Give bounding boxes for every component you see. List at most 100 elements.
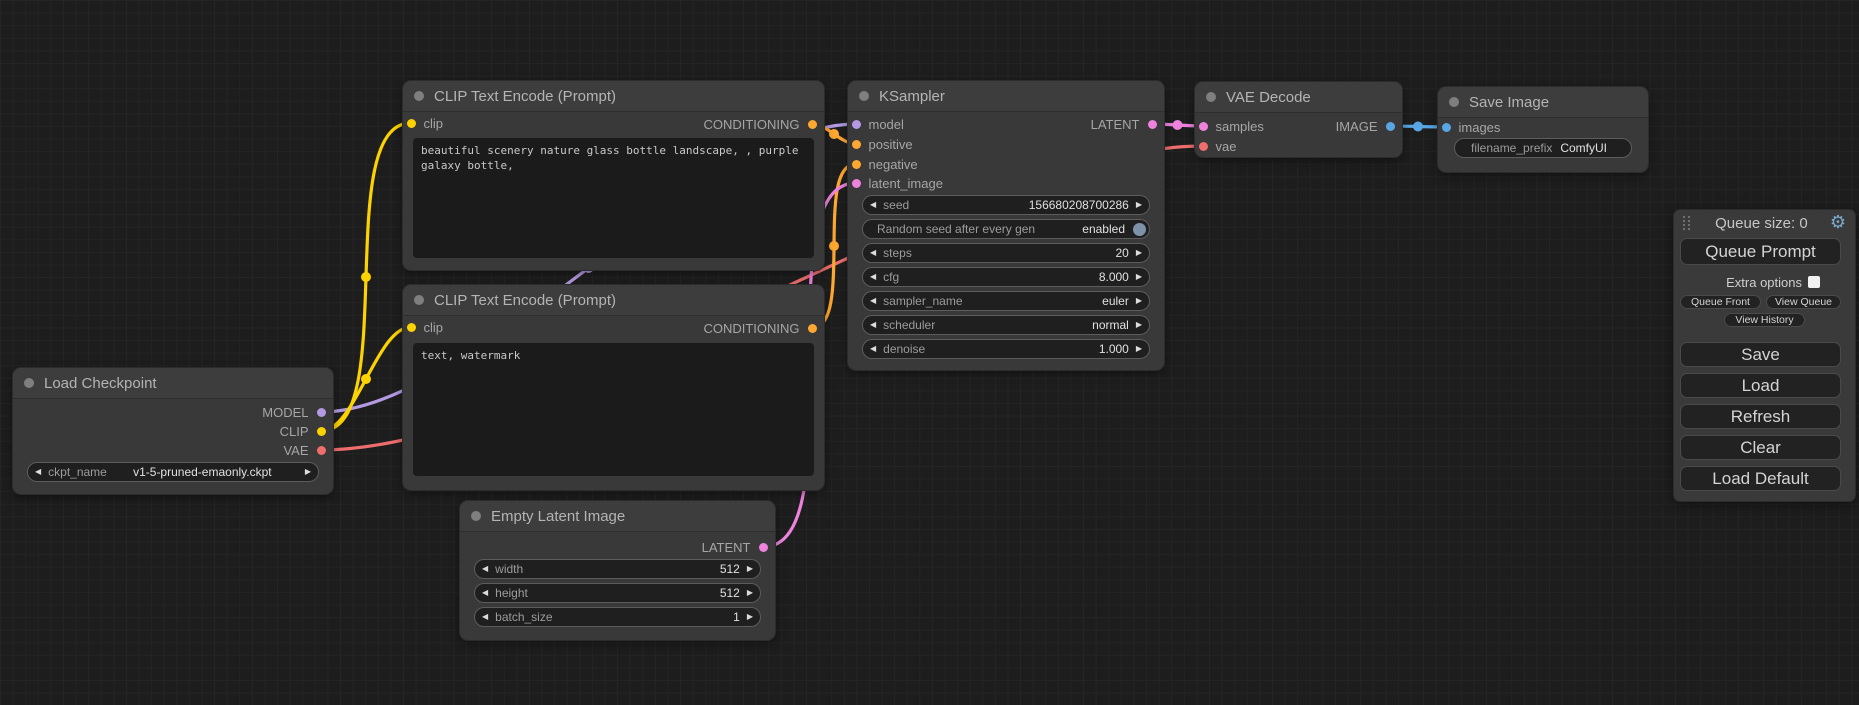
prompt-textarea[interactable]: beautiful scenery nature glass bottle la…: [413, 138, 814, 258]
increment-arrow-icon[interactable]: ▶: [1129, 291, 1149, 311]
output-dot-conditioning[interactable]: [808, 120, 817, 129]
input-slot-positive[interactable]: positive: [852, 136, 913, 152]
decrement-arrow-icon[interactable]: ◀: [863, 267, 883, 287]
load-default-button[interactable]: Load Default: [1680, 466, 1841, 491]
node-title-bar[interactable]: KSampler: [848, 81, 1164, 112]
output-slot-model[interactable]: MODEL: [262, 404, 325, 420]
output-dot-clip[interactable]: [317, 427, 326, 436]
input-slot-vae[interactable]: vae: [1199, 138, 1237, 154]
input-dot-images[interactable]: [1442, 123, 1451, 132]
input-slot-clip[interactable]: clip: [407, 115, 444, 131]
widget-filename_prefix[interactable]: filename_prefixComfyUI: [1454, 138, 1632, 158]
decrement-arrow-icon[interactable]: ◀: [475, 583, 495, 603]
widget-ckpt_name[interactable]: ◀ckpt_namev1-5-pruned-emaonly.ckpt▶: [27, 462, 319, 482]
input-dot-model[interactable]: [852, 120, 861, 129]
widget-cfg[interactable]: ◀cfg8.000▶: [862, 267, 1150, 287]
input-slot-latent_image[interactable]: latent_image: [852, 175, 943, 191]
node-title-bar[interactable]: CLIP Text Encode (Prompt): [403, 285, 824, 316]
widget-denoise[interactable]: ◀denoise1.000▶: [862, 339, 1150, 359]
node-save-image[interactable]: Save Imageimages filename_prefixComfyUI: [1438, 87, 1648, 172]
output-slot-conditioning[interactable]: CONDITIONING: [703, 116, 816, 132]
decrement-arrow-icon[interactable]: ◀: [863, 195, 883, 215]
load-button[interactable]: Load: [1680, 373, 1841, 398]
collapse-dot-icon[interactable]: [471, 511, 481, 521]
decrement-arrow-icon[interactable]: ◀: [475, 559, 495, 579]
widget-steps[interactable]: ◀steps20▶: [862, 243, 1150, 263]
view-queue-button[interactable]: View Queue: [1766, 295, 1841, 309]
queue-front-button[interactable]: Queue Front: [1680, 295, 1761, 309]
increment-arrow-icon[interactable]: ▶: [298, 462, 318, 482]
output-dot-conditioning[interactable]: [808, 324, 817, 333]
input-dot-negative[interactable]: [852, 160, 861, 169]
decrement-arrow-icon[interactable]: ◀: [863, 315, 883, 335]
node-title-bar[interactable]: VAE Decode: [1195, 82, 1402, 113]
gear-icon[interactable]: ⚙: [1830, 214, 1846, 232]
output-dot-vae[interactable]: [317, 446, 326, 455]
input-dot-samples[interactable]: [1199, 122, 1208, 131]
widget-random-seed-after-every-gen[interactable]: Random seed after every genenabled: [862, 219, 1150, 239]
collapse-dot-icon[interactable]: [24, 378, 34, 388]
decrement-arrow-icon[interactable]: ◀: [863, 291, 883, 311]
collapse-dot-icon[interactable]: [414, 91, 424, 101]
node-ksampler[interactable]: KSampler model positive negative latent_imag…: [848, 81, 1164, 370]
widget-width[interactable]: ◀width512▶: [474, 559, 761, 579]
queue-prompt-button[interactable]: Queue Prompt: [1680, 238, 1841, 265]
increment-arrow-icon[interactable]: ▶: [1129, 267, 1149, 287]
view-history-button[interactable]: View History: [1724, 313, 1805, 327]
widget-scheduler[interactable]: ◀schedulernormal▶: [862, 315, 1150, 335]
node-vae-decode[interactable]: VAE DecodesamplesvaeIMAGE: [1195, 82, 1402, 157]
prompt-textarea[interactable]: text, watermark: [413, 343, 814, 476]
output-dot-latent[interactable]: [1148, 120, 1157, 129]
widget-sampler_name[interactable]: ◀sampler_nameeuler▶: [862, 291, 1150, 311]
toggle-dot[interactable]: [1133, 223, 1146, 236]
node-empty-latent-image[interactable]: Empty Latent Image LATENT ◀width512▶ ◀heigh…: [460, 501, 775, 640]
increment-arrow-icon[interactable]: ▶: [740, 607, 760, 627]
input-dot-clip[interactable]: [407, 323, 416, 332]
output-slot-clip[interactable]: CLIP: [280, 423, 326, 439]
input-slot-negative[interactable]: negative: [852, 156, 918, 172]
increment-arrow-icon[interactable]: ▶: [740, 559, 760, 579]
collapse-dot-icon[interactable]: [414, 295, 424, 305]
widget-seed[interactable]: ◀seed156680208700286▶: [862, 195, 1150, 215]
increment-arrow-icon[interactable]: ▶: [1129, 339, 1149, 359]
node-title-bar[interactable]: Save Image: [1438, 87, 1648, 118]
input-dot-latent_image[interactable]: [852, 179, 861, 188]
node-title-bar[interactable]: Load Checkpoint: [13, 368, 333, 399]
node-graph-canvas[interactable]: Load Checkpoint MODEL CLIP VAE ◀ckpt_namev1-…: [0, 0, 1859, 705]
widget-batch_size[interactable]: ◀batch_size1▶: [474, 607, 761, 627]
extra-options-checkbox[interactable]: [1808, 276, 1820, 288]
output-slot-latent[interactable]: LATENT: [1091, 116, 1157, 132]
clear-button[interactable]: Clear: [1680, 435, 1841, 460]
output-slot-image[interactable]: IMAGE: [1336, 118, 1395, 134]
output-slot-conditioning[interactable]: CONDITIONING: [703, 320, 816, 336]
increment-arrow-icon[interactable]: ▶: [1129, 243, 1149, 263]
decrement-arrow-icon[interactable]: ◀: [863, 339, 883, 359]
increment-arrow-icon[interactable]: ▶: [1129, 195, 1149, 215]
node-title-bar[interactable]: CLIP Text Encode (Prompt): [403, 81, 824, 112]
input-slot-images[interactable]: images: [1442, 119, 1501, 135]
decrement-arrow-icon[interactable]: ◀: [28, 462, 48, 482]
node-clip-text-encode-negative[interactable]: CLIP Text Encode (Prompt) clip CONDITIONIN…: [403, 285, 824, 490]
collapse-dot-icon[interactable]: [1449, 97, 1459, 107]
output-dot-latent[interactable]: [759, 543, 768, 552]
input-slot-clip[interactable]: clip: [407, 319, 444, 335]
refresh-button[interactable]: Refresh: [1680, 404, 1841, 429]
input-dot-positive[interactable]: [852, 140, 861, 149]
node-load-checkpoint[interactable]: Load Checkpoint MODEL CLIP VAE ◀ckpt_namev1-…: [13, 368, 333, 494]
input-dot-vae[interactable]: [1199, 142, 1208, 151]
input-dot-clip[interactable]: [407, 119, 416, 128]
drag-handle-icon[interactable]: [1683, 216, 1693, 230]
save-button[interactable]: Save: [1680, 342, 1841, 367]
output-slot-vae[interactable]: VAE: [283, 442, 325, 458]
increment-arrow-icon[interactable]: ▶: [1129, 315, 1149, 335]
node-title-bar[interactable]: Empty Latent Image: [460, 501, 775, 532]
decrement-arrow-icon[interactable]: ◀: [475, 607, 495, 627]
input-slot-model[interactable]: model: [852, 116, 904, 132]
collapse-dot-icon[interactable]: [859, 91, 869, 101]
widget-height[interactable]: ◀height512▶: [474, 583, 761, 603]
collapse-dot-icon[interactable]: [1206, 92, 1216, 102]
output-dot-image[interactable]: [1386, 122, 1395, 131]
decrement-arrow-icon[interactable]: ◀: [863, 243, 883, 263]
output-slot-latent[interactable]: LATENT: [702, 539, 768, 555]
node-clip-text-encode-positive[interactable]: CLIP Text Encode (Prompt) clip CONDITIONIN…: [403, 81, 824, 270]
